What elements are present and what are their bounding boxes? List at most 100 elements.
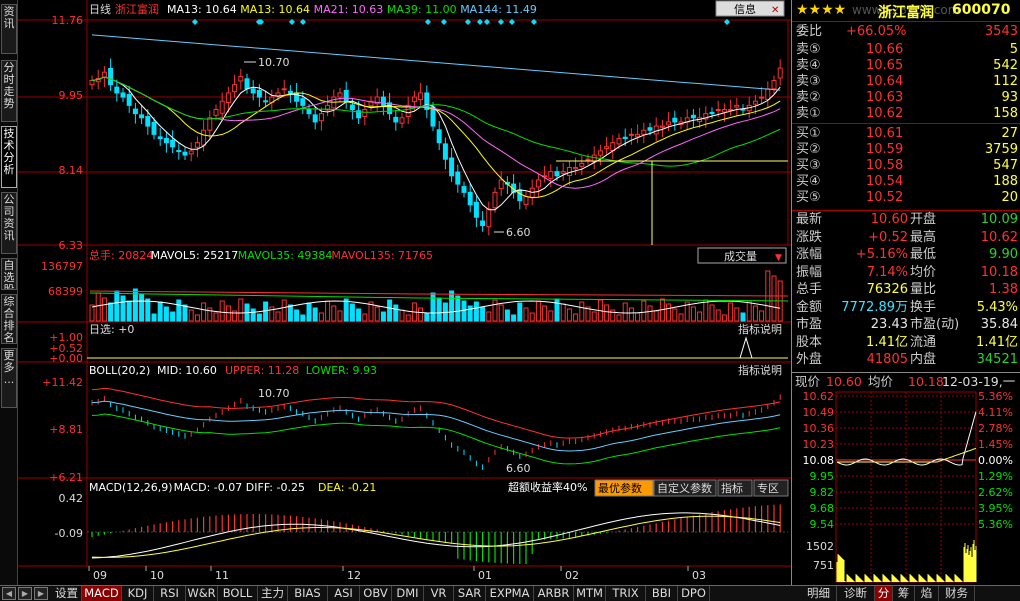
boll-help-button[interactable]: 指标说明 — [738, 363, 782, 377]
indicator-tab-vr[interactable]: VR — [424, 586, 454, 601]
volume-bar — [405, 314, 411, 322]
indicator-tab-obv[interactable]: OBV — [360, 586, 392, 601]
signal-diamond-icon: ◆ — [192, 17, 199, 26]
quote-tab-5[interactable]: 财务 — [939, 586, 975, 601]
volume-bar — [610, 309, 616, 322]
indicator-tab-w&r[interactable]: W&R — [186, 586, 218, 601]
minute-date: 12-03-19,一 — [942, 374, 1016, 389]
indicator-tab-sar[interactable]: SAR — [454, 586, 486, 601]
signal-diamond-icon: ◆ — [498, 17, 505, 26]
volume-bar — [697, 311, 703, 322]
volume-bar — [573, 313, 579, 322]
volume-bar — [399, 309, 405, 322]
quote-tab-3[interactable]: 筹 — [893, 586, 915, 601]
candle-body — [287, 90, 293, 94]
candle-body — [771, 79, 777, 90]
minute-pct-label: 1.29% — [978, 470, 1013, 483]
left-tab-2[interactable]: 技术分析 — [1, 126, 17, 188]
x-axis-label: 10 — [150, 569, 164, 582]
volume-bar — [213, 312, 219, 322]
buy-label: 买⑤ — [796, 190, 821, 205]
left-tab-5[interactable]: 综合排名 — [1, 294, 17, 344]
stat-label: 金额 — [796, 299, 823, 315]
indicator-tab-主力[interactable]: 主力 — [258, 586, 288, 601]
kline-chart[interactable]: 日线 浙江富润 MA13: 10.64 MA13: 10.64 MA21: 10.63 M… — [18, 0, 791, 585]
macd-button-0[interactable]: 最优参数 — [594, 479, 654, 497]
candle-body — [201, 129, 207, 146]
indicator-tab-dmi[interactable]: DMI — [392, 586, 424, 601]
macd-button-2[interactable]: 指标 — [717, 479, 753, 497]
signal-diamond-icon: ◆ — [724, 17, 731, 26]
indicator-tab-arbr[interactable]: ARBR — [534, 586, 574, 601]
volume-bar — [653, 310, 659, 322]
indicator-tab-bias[interactable]: BIAS — [288, 586, 328, 601]
volume-bar — [325, 300, 331, 322]
indicator-tab-macd[interactable]: MACD — [82, 586, 122, 601]
rixuan-help-button[interactable]: 指标说明 — [738, 322, 782, 336]
volume-bar — [374, 306, 380, 322]
quote-tab-2[interactable]: 分 — [875, 586, 893, 601]
indicator-tab-kdj[interactable]: KDJ — [122, 586, 154, 601]
volume-bar — [300, 314, 306, 322]
indicator-tab-设置[interactable]: 设置 — [52, 586, 82, 601]
candle-body — [523, 196, 529, 205]
indicator-tab-asi[interactable]: ASI — [328, 586, 360, 601]
quote-tab-0[interactable]: 明细 — [801, 586, 837, 601]
sell-volume: 542 — [993, 58, 1018, 73]
volume-bar — [523, 307, 529, 322]
volume-bar — [492, 299, 498, 322]
candle-body — [610, 142, 616, 152]
stat-value: 10.60 — [870, 212, 908, 227]
volume-bar — [263, 301, 269, 322]
candle-body — [275, 92, 281, 97]
left-tab-3[interactable]: 公司资讯 — [1, 192, 17, 254]
sell-volume: 158 — [993, 106, 1018, 121]
indicator-tab-mtm[interactable]: MTM — [574, 586, 606, 601]
volume-bar — [635, 312, 641, 322]
candle-body — [362, 109, 368, 118]
candle-body — [449, 157, 455, 177]
minute-vol-mid: 751 — [813, 559, 834, 572]
indicator-tab-dpo[interactable]: DPO — [678, 586, 710, 601]
volume-bar — [219, 300, 225, 322]
sell-price: 10.64 — [866, 74, 904, 89]
volume-bar — [387, 299, 393, 322]
macd-button-1[interactable]: 自定义参数 — [653, 479, 717, 497]
volume-bar — [343, 298, 349, 322]
indicator-tab-bbi[interactable]: BBI — [646, 586, 678, 601]
indicator-tab-expma[interactable]: EXPMA — [486, 586, 534, 601]
left-tab-4[interactable]: 自选股 — [1, 258, 17, 290]
volume-bar — [746, 300, 752, 322]
indicator-tab-boll[interactable]: BOLL — [218, 586, 258, 601]
scroll-left-icon[interactable]: ◀ — [2, 587, 16, 600]
left-tab-6[interactable]: 更多... — [1, 348, 17, 408]
x-axis-label: 01 — [478, 569, 492, 582]
macd-button-3[interactable]: 专区 — [753, 479, 789, 497]
candle-body — [647, 127, 653, 131]
scroll-end-icon[interactable]: ▶ — [34, 587, 48, 600]
minute-chart[interactable]: 10.62 5.36% 10.49 4.11% 10.36 2.78% 10.23 1.45%… — [792, 390, 1020, 585]
ma-line-yellow — [91, 76, 781, 199]
weibi-volume: 3543 — [984, 24, 1018, 39]
volume-bar — [560, 303, 566, 322]
info-button[interactable]: 信息 ✕ — [715, 0, 785, 17]
minute-vol-max: 1502 — [806, 540, 834, 553]
candle-body — [666, 121, 672, 126]
quote-tab-4[interactable]: 焰 — [915, 586, 939, 601]
indicator-tab-trix[interactable]: TRIX — [606, 586, 646, 601]
candle-body — [765, 88, 771, 101]
indicator-tab-rsi[interactable]: RSI — [154, 586, 186, 601]
quote-tab-1[interactable]: 诊断 — [837, 586, 875, 601]
candle-body — [232, 84, 238, 93]
left-tab-0[interactable]: 资讯 — [1, 4, 17, 54]
volume-bar — [294, 309, 300, 322]
volume-bar — [170, 311, 176, 322]
signal-diamond-icon: ◆ — [509, 17, 516, 26]
volume-dropdown[interactable]: 成交量 ▼ — [697, 247, 787, 264]
left-tab-1[interactable]: 分时走势 — [1, 60, 17, 122]
sell-row: 卖① 10.62 158 — [794, 106, 1020, 122]
macd-button-label: 自定义参数 — [657, 481, 712, 495]
scroll-right-icon[interactable]: ▶ — [18, 587, 32, 600]
volume-bar — [101, 297, 107, 322]
boll-legend-2: UPPER: 11.28 — [225, 364, 299, 377]
